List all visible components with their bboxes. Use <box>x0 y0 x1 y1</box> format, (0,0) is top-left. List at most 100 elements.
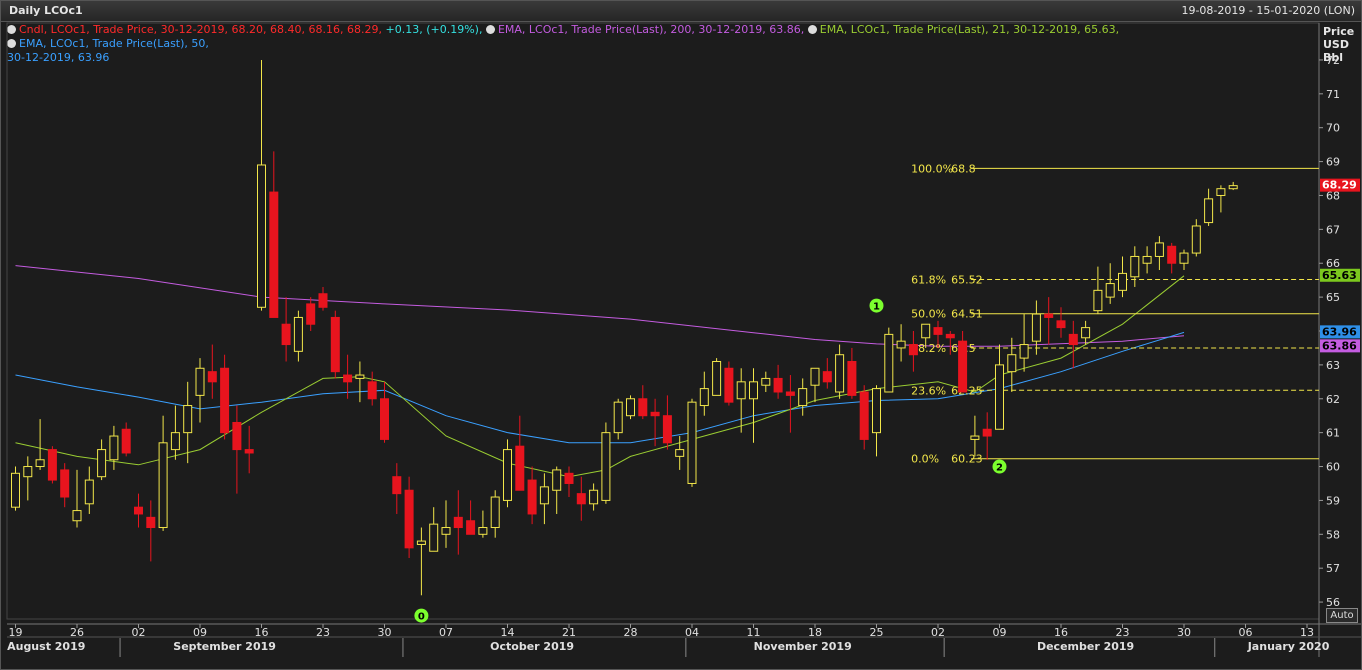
month-label: October 2019 <box>490 640 574 653</box>
month-label: September 2019 <box>173 640 276 653</box>
y-tick-label: 60 <box>1326 461 1340 474</box>
candle-body <box>330 316 340 373</box>
y-tick-label: 69 <box>1326 156 1340 169</box>
candle-body <box>453 516 463 529</box>
candle-body <box>958 340 968 393</box>
candle-body <box>761 377 771 386</box>
fibonacci-retracement: 100.0%68.861.8%65.5250.0%64.5138.2%63.52… <box>911 162 1319 466</box>
price-tag-label: 63.86 <box>1322 339 1357 352</box>
x-tick-label: 21 <box>562 626 576 639</box>
candle-body <box>933 327 943 335</box>
x-tick-label: 30 <box>378 626 392 639</box>
candle-body <box>23 466 33 478</box>
candle-body <box>552 469 562 491</box>
candle-body <box>121 428 131 454</box>
fib-level-value: 64.51 <box>951 308 983 321</box>
candle-body <box>785 391 795 396</box>
fib-level-percent: 61.8% <box>911 273 946 286</box>
fib-level-value: 68.8 <box>951 162 976 175</box>
pivot-marker-label: 2 <box>996 463 1003 474</box>
candle-body <box>1044 313 1054 318</box>
x-tick-label: 14 <box>501 626 515 639</box>
candle-body <box>1179 252 1189 264</box>
candle-body <box>306 303 316 325</box>
candle-body <box>367 381 377 400</box>
fib-level-percent: 50.0% <box>911 308 946 321</box>
candle-body <box>170 432 180 451</box>
candle-body <box>1007 354 1017 373</box>
candle-body <box>404 489 414 549</box>
candle-body <box>318 293 328 308</box>
x-tick-label: 02 <box>132 626 146 639</box>
candle-body <box>539 486 549 505</box>
y-tick-label: 67 <box>1326 223 1340 236</box>
candle-body <box>687 401 697 484</box>
candle-body <box>1081 327 1091 339</box>
candle-body <box>1105 283 1115 298</box>
candle-body <box>699 388 709 407</box>
x-tick-label: 19 <box>9 626 23 639</box>
candle-body <box>662 415 672 444</box>
candle-body <box>11 472 20 508</box>
candle-body <box>158 442 168 529</box>
month-label: November 2019 <box>754 640 852 653</box>
month-label: December 2019 <box>1037 640 1134 653</box>
candle-body <box>1228 185 1238 190</box>
x-tick-label: 28 <box>624 626 638 639</box>
y-tick-label: 65 <box>1326 291 1340 304</box>
candle-body <box>1142 255 1152 264</box>
candle-body <box>576 493 586 505</box>
y-tick-label: 63 <box>1326 359 1340 372</box>
candle-body <box>749 381 758 400</box>
candle-body <box>244 449 254 454</box>
x-tick-label: 09 <box>193 626 207 639</box>
month-label: January 2020 <box>1247 640 1330 653</box>
pivot-marker-label: 1 <box>873 302 880 313</box>
candle-body <box>429 523 439 552</box>
candle-body <box>183 405 193 434</box>
candle-body <box>1019 344 1029 359</box>
candle-body <box>220 367 230 434</box>
candle-body <box>872 388 881 434</box>
candle-body <box>195 367 205 396</box>
candle-body <box>1093 289 1103 312</box>
candle-body <box>293 316 303 352</box>
candle-body <box>626 398 635 417</box>
candle-body <box>281 323 291 346</box>
x-tick-label: 13 <box>1300 626 1314 639</box>
price-chart[interactable]: 5657585960616263646566676869707172192602… <box>1 1 1361 669</box>
x-tick-label: 25 <box>870 626 884 639</box>
candle-body <box>35 459 45 468</box>
pivot-marker-label: 0 <box>418 612 425 623</box>
candle-body <box>343 374 353 383</box>
y-tick-label: 70 <box>1326 122 1340 135</box>
auto-scale-button[interactable]: Auto <box>1326 608 1358 623</box>
y-tick-label: 71 <box>1326 88 1340 101</box>
x-tick-label: 02 <box>931 626 945 639</box>
candle-body <box>859 391 869 440</box>
candle-body <box>675 449 685 457</box>
candle-body <box>564 472 574 484</box>
x-tick-label: 04 <box>685 626 699 639</box>
candle-body <box>810 367 820 386</box>
candle-body <box>1118 272 1127 291</box>
candle-body <box>1031 313 1041 342</box>
candle-body <box>47 449 57 481</box>
candle-body <box>515 445 525 491</box>
candle-body <box>884 333 894 393</box>
fib-level-value: 65.52 <box>951 273 983 286</box>
candle-body <box>503 449 512 501</box>
candle-body <box>589 489 599 505</box>
candle-body <box>1130 255 1140 278</box>
candle-body <box>908 344 918 356</box>
candle-body <box>847 360 857 396</box>
candle-body <box>896 340 906 349</box>
candle-body <box>970 435 980 440</box>
price-tag-label: 63.96 <box>1322 325 1357 338</box>
x-tick-label: 23 <box>316 626 330 639</box>
x-tick-label: 06 <box>1239 626 1253 639</box>
x-tick-label: 11 <box>747 626 761 639</box>
candle-body <box>109 435 119 461</box>
fib-level-percent: 0.0% <box>911 453 939 466</box>
x-axis-ticks: 19 26 02 09 16 23 30 07 14 21 28 04 11 18 25 02 09 16 23 30… <box>7 624 1330 657</box>
